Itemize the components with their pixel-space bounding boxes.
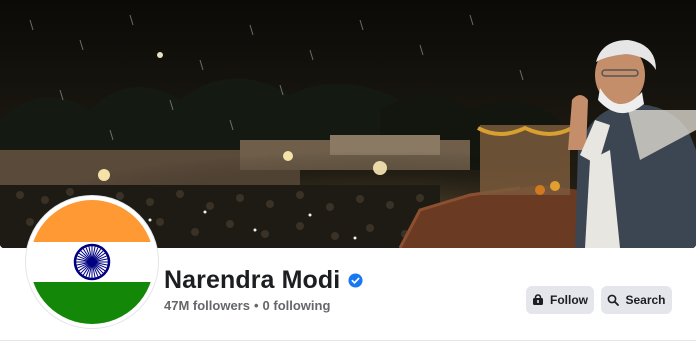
verified-badge-icon [348, 273, 363, 288]
followers-count[interactable]: 47M followers [164, 298, 250, 313]
profile-name-row: Narendra Modi [164, 266, 363, 295]
header-divider [0, 340, 696, 341]
search-button[interactable]: Search [601, 286, 672, 314]
follow-button-label: Follow [550, 293, 588, 307]
profile-name[interactable]: Narendra Modi [164, 266, 340, 295]
follow-button[interactable]: Follow [526, 286, 594, 314]
stats-separator: • [253, 298, 259, 313]
ashoka-chakra-icon [73, 243, 111, 281]
follow-user-icon [532, 294, 544, 306]
search-button-label: Search [625, 293, 666, 307]
search-icon [607, 294, 620, 306]
following-count[interactable]: 0 following [263, 298, 331, 313]
profile-avatar[interactable] [26, 196, 158, 328]
profile-stats: 47M followers • 0 following [164, 298, 330, 313]
india-flag-image [30, 200, 154, 324]
